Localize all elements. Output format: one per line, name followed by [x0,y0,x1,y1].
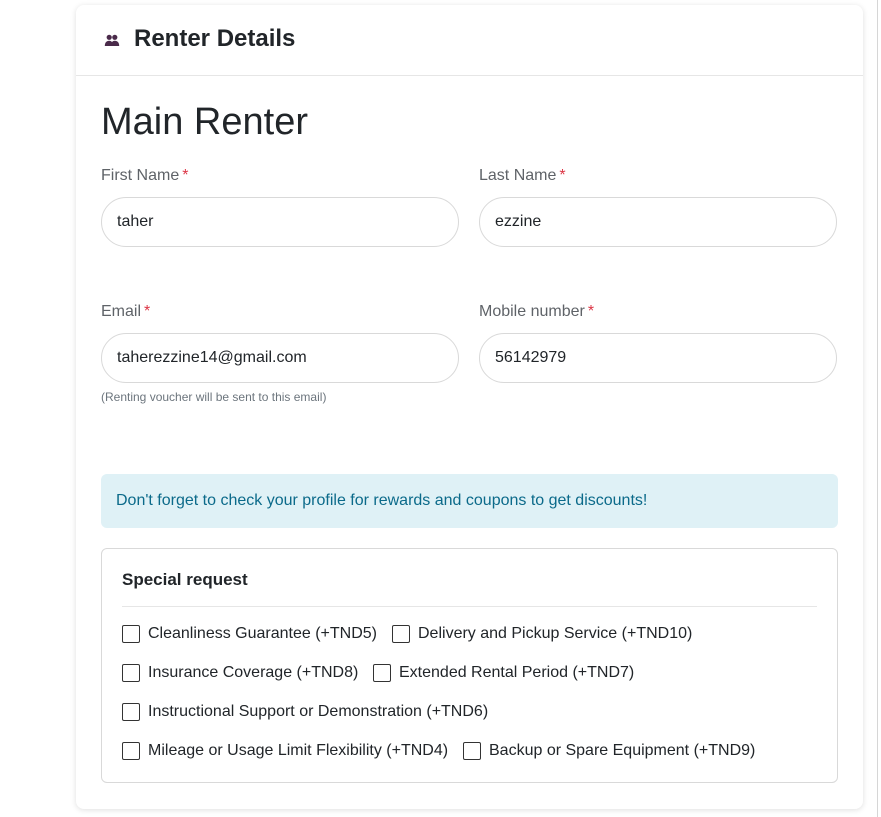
checkbox[interactable] [122,664,140,682]
section-title: Main Renter [101,101,308,143]
option-label: Mileage or Usage Limit Flexibility (+TND… [148,742,449,759]
mobile-number-label: Mobile number * [479,302,594,322]
option-label: Cleanliness Guarantee (+TND5) [148,625,377,642]
checkbox[interactable] [122,703,140,721]
first-name-label: First Name * [101,166,188,186]
checkbox[interactable] [122,742,140,760]
card-title: Renter Details [134,25,296,52]
option-cleanliness-guarantee[interactable]: Cleanliness Guarantee (+TND5) [122,624,377,644]
checkbox[interactable] [373,664,391,682]
required-mark: * [144,303,151,320]
option-label: Delivery and Pickup Service (+TND10) [418,625,693,642]
mobile-number-label-text: Mobile number [479,303,585,320]
email-label: Email * [101,302,150,322]
divider [122,606,817,607]
email-help-text: (Renting voucher will be sent to this em… [101,390,327,404]
email-input[interactable] [101,333,459,383]
last-name-label-text: Last Name [479,167,557,184]
users-icon [104,34,120,46]
checkbox[interactable] [122,625,140,643]
option-instructional-support[interactable]: Instructional Support or Demonstration (… [122,702,488,722]
first-name-label-text: First Name [101,167,180,184]
renter-details-card: Renter Details Main Renter First Name* L… [76,5,863,809]
option-label: Extended Rental Period (+TND7) [399,664,635,681]
option-extended-rental-period[interactable]: Extended Rental Period (+TND7) [373,663,634,683]
special-request-title: Special request [122,570,248,589]
first-name-input[interactable] [101,197,459,247]
option-label: Insurance Coverage (+TND8) [148,664,359,681]
required-mark: * [587,303,595,320]
option-label: Backup or Spare Equipment (+TND9) [489,742,756,759]
email-label-text: Email [101,303,142,320]
checkbox[interactable] [392,625,410,643]
mobile-number-input[interactable] [479,333,837,383]
option-insurance-coverage[interactable]: Insurance Coverage (+TND8) [122,663,358,683]
special-request-box: Special request Cleanliness Guarantee (+… [101,548,838,783]
rewards-info-alert: Don't forget to check your profile for r… [101,474,838,528]
option-backup-equipment[interactable]: Backup or Spare Equipment (+TND9) [463,741,755,761]
option-label: Instructional Support or Demonstration (… [148,703,489,720]
scrollbar-edge [877,0,878,817]
checkbox[interactable] [463,742,481,760]
card-header: Renter Details [76,5,863,76]
required-mark: * [182,167,189,184]
option-mileage-flexibility[interactable]: Mileage or Usage Limit Flexibility (+TND… [122,741,448,761]
option-delivery-pickup[interactable]: Delivery and Pickup Service (+TND10) [392,624,692,644]
last-name-input[interactable] [479,197,837,247]
last-name-label: Last Name * [479,166,566,186]
required-mark: * [559,167,566,184]
